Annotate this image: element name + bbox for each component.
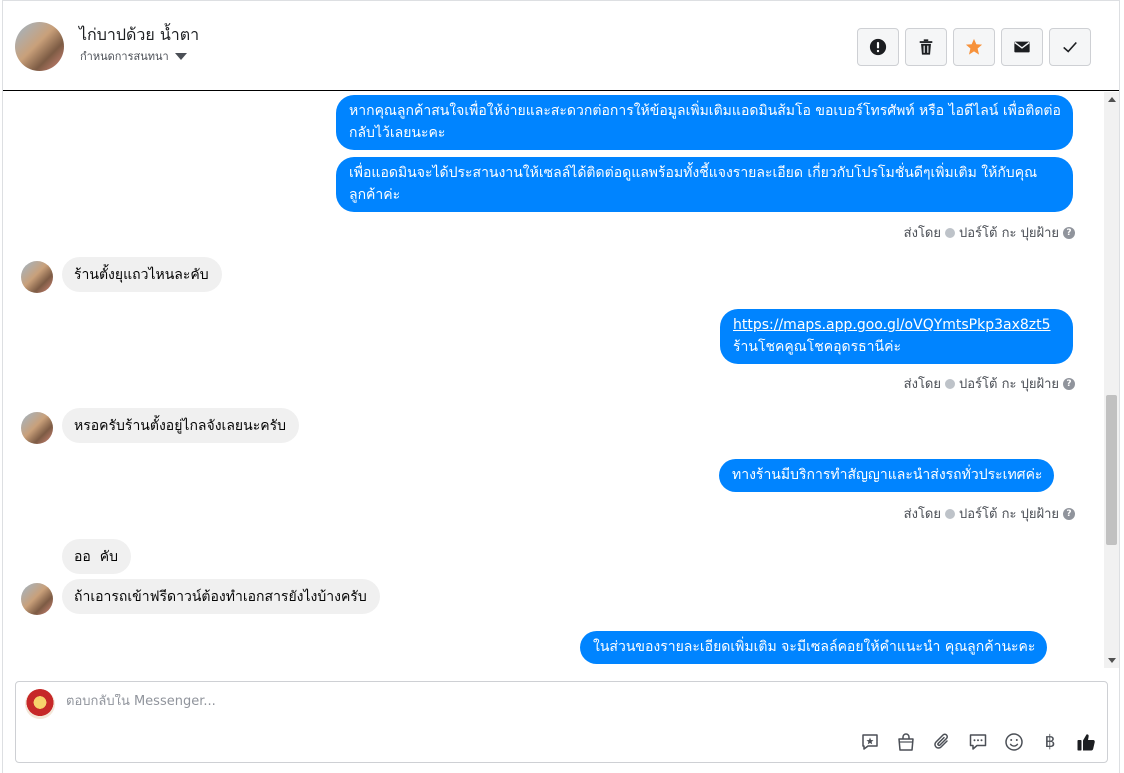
page-avatar xyxy=(25,689,55,719)
delete-button[interactable] xyxy=(905,28,947,66)
envelope-icon xyxy=(1014,41,1030,53)
contact-name[interactable]: ไก่บาปด้วย น้ำตา xyxy=(79,23,199,48)
shop-bag-icon xyxy=(898,733,914,751)
help-icon[interactable]: ? xyxy=(1063,226,1075,239)
assign-conversation-label: กำหนดการสนทนา xyxy=(80,50,169,63)
sent-by-label: ส่งโดย ปอร์โต้ กะ ปุยฝ้าย ? xyxy=(904,222,1075,243)
sent-by-label: ส่งโดย ปอร์โต้ กะ ปุยฝ้าย ? xyxy=(904,503,1075,524)
sent-by-prefix: ส่งโดย xyxy=(903,377,941,392)
smiley-icon xyxy=(1005,733,1023,751)
quick-reply-button[interactable] xyxy=(967,731,989,753)
message-text: หรอครับร้านตั้งอยู่ไกลจังเลยนะครับ xyxy=(74,418,286,434)
maps-link[interactable]: https://maps.app.goo.gl/oVQYmtsPkp3ax8zt… xyxy=(733,317,1051,333)
message-thread[interactable]: หากคุณลูกค้าสนใจเพื่อให้ง่ายและสะดวกต่อก… xyxy=(3,92,1103,668)
composer-tools: ฿ xyxy=(859,731,1097,753)
outgoing-message[interactable]: https://maps.app.goo.gl/oVQYmtsPkp3ax8zt… xyxy=(720,309,1073,364)
sent-by-name[interactable]: ปอร์โต้ กะ ปุยฝ้าย xyxy=(959,503,1059,524)
help-icon[interactable]: ? xyxy=(1063,507,1075,520)
caret-down-icon xyxy=(174,52,187,60)
incoming-message[interactable]: ร้านตั้งยุแถวไหนละคับ xyxy=(62,257,222,292)
sent-by-name[interactable]: ปอร์โต้ กะ ปุยฝ้าย xyxy=(959,373,1059,394)
inbox-conversation-panel: ไก่บาปด้วย น้ำตา กำหนดการสนทนา หากคุณลูก… xyxy=(2,0,1120,773)
check-icon xyxy=(1063,41,1077,53)
sent-by-prefix: ส่งโดย xyxy=(903,226,941,241)
message-text: ร้านโชคคูณโชคอุดรธานีค่ะ xyxy=(733,339,901,355)
outgoing-message[interactable]: ทางร้านมีบริการทำสัญญาและนำส่งรถทั่วประเ… xyxy=(719,459,1055,492)
scrollbar-thumb[interactable] xyxy=(1106,395,1117,545)
incoming-message[interactable]: หรอครับร้านตั้งอยู่ไกลจังเลยนะครับ xyxy=(62,408,299,443)
baht-icon: ฿ xyxy=(1044,732,1056,752)
outgoing-message[interactable]: ในส่วนของรายละเอียดเพิ่มเติม จะมีเซลล์คอ… xyxy=(580,631,1048,664)
incoming-message[interactable]: ถ้าเอารถเข้าฟรีดาวน์ต้องทำเอกสารยังไงบ้า… xyxy=(62,579,380,614)
star-button[interactable] xyxy=(953,28,995,66)
attach-button[interactable] xyxy=(931,731,953,753)
message-text: ออ คับ xyxy=(74,549,118,565)
conversation-toolbar xyxy=(857,28,1091,66)
triangle-down-icon xyxy=(1107,658,1116,663)
message-text: ในส่วนของรายละเอียดเพิ่มเติม จะมีเซลล์คอ… xyxy=(593,639,1036,655)
thumbs-up-icon xyxy=(1077,734,1095,751)
exclamation-circle-icon xyxy=(869,38,887,56)
message-text: ทางร้านมีบริการทำสัญญาและนำส่งรถทั่วประเ… xyxy=(732,467,1043,483)
mark-spam-button[interactable] xyxy=(857,28,899,66)
like-button[interactable] xyxy=(1075,731,1097,753)
thread-scrollbar[interactable] xyxy=(1104,92,1119,668)
payment-button[interactable]: ฿ xyxy=(1039,731,1061,753)
message-text: ถ้าเอารถเข้าฟรีดาวน์ต้องทำเอกสารยังไงบ้า… xyxy=(74,589,367,605)
incoming-message[interactable]: ออ คับ xyxy=(62,539,131,574)
message-text: เพื่อแอดมินจะได้ประสานงานให้เซลล์ได้ติดต… xyxy=(349,165,1038,203)
message-text: ร้านตั้งยุแถวไหนละคับ xyxy=(74,267,209,283)
triangle-up-icon xyxy=(1107,97,1116,102)
page-badge-icon xyxy=(945,508,955,519)
contact-avatar[interactable] xyxy=(21,261,53,293)
sent-by-label: ส่งโดย ปอร์โต้ กะ ปุยฝ้าย ? xyxy=(904,373,1075,394)
help-icon[interactable]: ? xyxy=(1063,377,1075,390)
contact-avatar[interactable] xyxy=(21,412,53,444)
star-icon xyxy=(965,38,983,55)
outgoing-message[interactable]: เพื่อแอดมินจะได้ประสานงานให้เซลล์ได้ติดต… xyxy=(336,157,1073,212)
mark-unread-button[interactable] xyxy=(1001,28,1043,66)
reply-input[interactable] xyxy=(66,694,966,709)
reply-composer: ฿ xyxy=(15,681,1108,763)
scroll-down-arrow[interactable] xyxy=(1104,653,1119,668)
mark-done-button[interactable] xyxy=(1049,28,1091,66)
sent-by-name[interactable]: ปอร์โต้ กะ ปุยฝ้าย xyxy=(959,222,1059,243)
contact-avatar[interactable] xyxy=(15,22,64,71)
sent-by-prefix: ส่งโดย xyxy=(903,507,941,522)
chat-bubble-icon xyxy=(969,734,987,750)
scroll-up-arrow[interactable] xyxy=(1104,92,1119,107)
message-text: หากคุณลูกค้าสนใจเพื่อให้ง่ายและสะดวกต่อก… xyxy=(349,103,1061,141)
paperclip-icon xyxy=(934,733,948,749)
emoji-button[interactable] xyxy=(1003,731,1025,753)
contact-avatar[interactable] xyxy=(21,583,53,615)
page-badge-icon xyxy=(945,378,955,389)
assign-conversation-dropdown[interactable]: กำหนดการสนทนา xyxy=(80,47,187,65)
trash-icon xyxy=(919,39,933,55)
shop-button[interactable] xyxy=(895,731,917,753)
outgoing-message[interactable]: หากคุณลูกค้าสนใจเพื่อให้ง่ายและสะดวกต่อก… xyxy=(336,95,1073,150)
saved-reply-icon xyxy=(862,734,878,750)
saved-reply-button[interactable] xyxy=(859,731,881,753)
page-badge-icon xyxy=(945,227,955,238)
conversation-header: ไก่บาปด้วย น้ำตา กำหนดการสนทนา xyxy=(3,1,1119,91)
